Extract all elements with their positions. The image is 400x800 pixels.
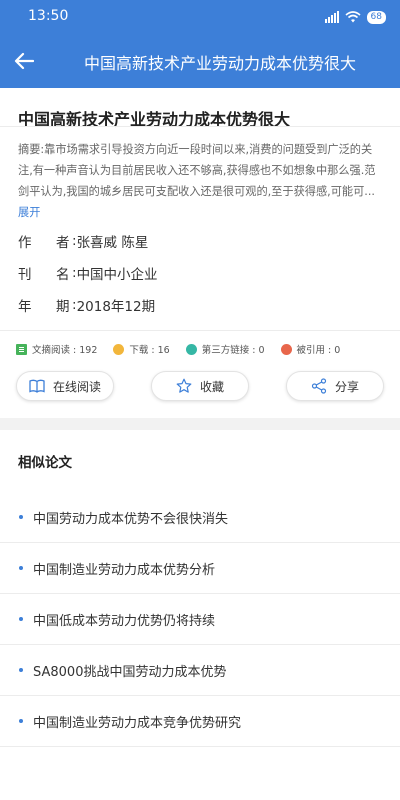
author-row: 作 者 : 张喜威 陈星 [18,230,148,252]
stat-downloads-label: 下载 : 16 [129,345,170,356]
list-item-label: 中国制造业劳动力成本竞争优势研究 [33,715,242,731]
app-bar: 中国高新技术产业劳动力成本优势很大 [0,34,400,88]
citation-icon [280,343,292,355]
back-button[interactable] [10,47,38,75]
list-item-label: 中国劳动力成本优势不会很快消失 [33,511,229,527]
section-separator [0,418,400,430]
stat-downloads: 下载 : 16 [113,342,170,356]
link-icon [185,343,197,355]
journal-key-2: 名 [56,267,70,283]
stat-third-party: 第三方链接 : 0 [185,342,265,356]
expand-link[interactable]: 展开 [18,206,40,219]
list-item-label: 中国低成本劳动力优势仍将持续 [33,613,216,629]
journal-value: 中国中小企业 [76,267,158,283]
share-label: 分享 [334,379,359,394]
author-key-2: 者 [56,235,70,251]
year-value: 2018年12期 [76,299,156,315]
journal-key-1: 刊 [18,267,32,283]
divider [0,126,400,127]
download-icon [113,343,125,355]
list-item-label: 中国制造业劳动力成本优势分析 [33,562,216,578]
stat-third-party-label: 第三方链接 : 0 [201,345,265,356]
author-value: 张喜威 陈星 [76,235,149,251]
bullet-icon [19,515,23,519]
book-icon [29,379,45,393]
battery-icon: 68 [366,10,386,24]
stat-citations-label: 被引用 : 0 [296,345,341,356]
signal-icon [324,11,339,23]
favorite-button[interactable]: 收藏 [151,371,249,401]
list-item[interactable]: 中国制造业劳动力成本优势分析 [0,543,400,594]
list-item[interactable]: 中国低成本劳动力优势仍将持续 [0,594,400,645]
author-key-1: 作 [18,235,32,251]
arrow-left-icon [14,52,34,70]
stats-row: 文摘阅读 : 192 下载 : 16 第三方链接 : 0 被引用 : 0 [16,341,388,357]
wifi-icon [345,11,361,23]
favorite-label: 收藏 [199,379,224,394]
bullet-icon [19,617,23,621]
bullet-icon [19,719,23,723]
share-button[interactable]: 分享 [286,371,384,401]
related-list: 中国劳动力成本优势不会很快消失 中国制造业劳动力成本优势分析 中国低成本劳动力优… [0,492,400,747]
list-item[interactable]: 中国劳动力成本优势不会很快消失 [0,492,400,543]
list-item[interactable]: SA8000挑战中国劳动力成本优势 [0,645,400,696]
related-section-title: 相似论文 [18,455,72,471]
read-online-label: 在线阅读 [52,379,101,394]
stat-citations: 被引用 : 0 [280,342,341,356]
read-online-button[interactable]: 在线阅读 [16,371,114,401]
stat-reads: 文摘阅读 : 192 [16,342,97,356]
status-icons: 68 [324,8,386,26]
bullet-icon [19,566,23,570]
year-row: 年 期 : 2018年12期 [18,294,155,316]
abstract: 摘要:靠市场需求引导投资方向近一段时间以来,消费的问题受到广泛的关注,有一种声音… [18,139,386,219]
journal-row: 刊 名 : 中国中小企业 [18,262,158,284]
stat-reads-label: 文摘阅读 : 192 [32,345,98,356]
divider [0,330,400,331]
list-item-label: SA8000挑战中国劳动力成本优势 [33,664,227,680]
list-item[interactable]: 中国制造业劳动力成本竞争优势研究 [0,696,400,747]
status-bar: 13:50 68 [0,0,400,34]
document-icon [16,343,27,355]
status-time: 13:50 [28,8,69,24]
year-key-2: 期 [56,299,70,315]
share-icon [311,378,327,394]
abstract-text: 摘要:靠市场需求引导投资方向近一段时间以来,消费的问题受到广泛的关注,有一种声音… [18,143,376,198]
year-key-1: 年 [18,299,32,315]
app-bar-title: 中国高新技术产业劳动力成本优势很大 [83,54,356,73]
star-icon [176,378,192,393]
bullet-icon [19,668,23,672]
